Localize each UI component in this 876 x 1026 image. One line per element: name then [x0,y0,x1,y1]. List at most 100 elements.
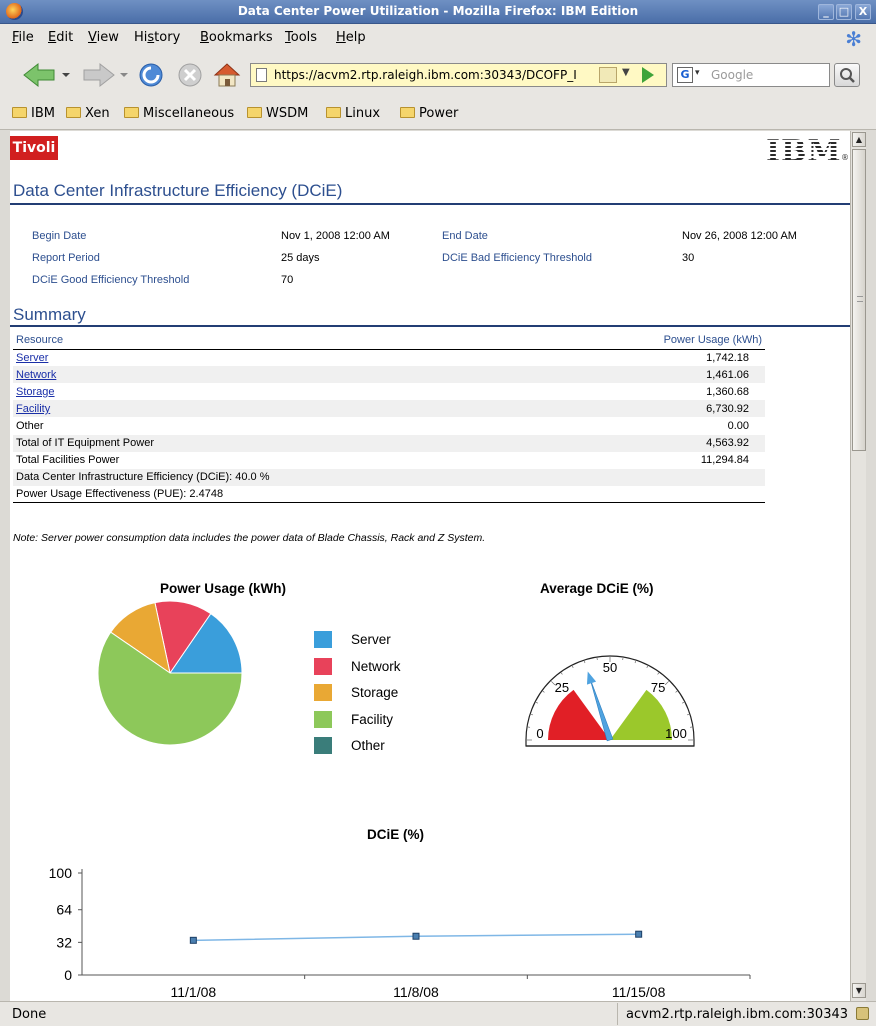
search-placeholder[interactable]: Google [711,68,753,82]
navigation-toolbar: https://acvm2.rtp.raleigh.ibm.com:30343/… [0,51,876,97]
window-titlebar: Data Center Power Utilization - Mozilla … [0,0,876,24]
average-dcie-gauge: 0 25 50 75 100 [525,655,695,747]
forward-button[interactable] [80,60,130,90]
window-title: Data Center Power Utilization - Mozilla … [237,4,639,18]
folder-icon [400,107,415,118]
menu-file[interactable]: File [12,30,34,45]
bookmark-linux[interactable]: Linux [326,106,380,121]
resource-cell: Total of IT Equipment Power [13,434,550,452]
page-title: Data Center Infrastructure Efficiency (D… [13,181,343,200]
menu-edit[interactable]: Edit [48,30,73,45]
search-box[interactable]: G ▾ Google [672,63,830,87]
gauge-tick-label: 50 [603,660,617,675]
url-bar[interactable]: https://acvm2.rtp.raleigh.ibm.com:30343/… [250,63,667,87]
resource-cell: Total Facilities Power [16,454,120,467]
y-tick-label: 0 [64,967,72,983]
bookmark-xen[interactable]: Xen [66,106,110,121]
column-header-resource: Resource [13,332,550,350]
menu-tools[interactable]: Tools [285,30,317,45]
table-row: Server 1,742.18 [13,349,765,366]
power-usage-pie-chart [97,600,243,746]
reload-button[interactable] [137,60,167,90]
search-engine-icon[interactable]: G [677,67,693,83]
menu-bookmarks[interactable]: Bookmarks [200,30,273,45]
url-history-dropdown-icon[interactable]: ▼ [622,67,630,78]
legend-swatch [314,657,332,675]
page-content: Tivoli IBM ® Data Center Infrastructure … [10,131,850,1001]
bookmark-power[interactable]: Power [400,106,458,121]
resource-link-network[interactable]: Network [16,369,56,381]
resource-link-facility[interactable]: Facility [16,403,50,415]
resource-cell: Storage [13,383,549,400]
search-engine-dropdown-icon[interactable]: ▾ [695,68,700,78]
stop-button[interactable] [176,60,206,90]
bookmark-wsdm[interactable]: WSDM [247,106,308,121]
power-usage-cell: 1,742.18 [706,351,749,364]
folder-icon [12,107,27,118]
y-tick-label: 64 [56,902,72,918]
tivoli-logo: Tivoli [10,136,58,160]
resource-cell: Server [13,349,549,366]
scroll-thumb[interactable] [852,149,866,451]
activity-throbber-icon: ✻ [845,27,862,51]
page-icon [256,68,267,82]
legend-swatch [314,737,332,754]
summary-heading: Summary [13,305,86,324]
scroll-down-arrow-icon[interactable]: ▼ [852,983,866,998]
resource-cell: Power Usage Effectiveness (PUE): 2.4748 [13,485,550,504]
bookmark-miscellaneous[interactable]: Miscellaneous [124,106,234,121]
gauge-tick-label: 0 [536,726,543,741]
folder-icon [326,107,341,118]
legend-label: Facility [351,711,394,727]
scroll-up-arrow-icon[interactable]: ▲ [852,132,866,147]
go-icon[interactable] [642,67,654,83]
x-tick-label: 11/8/08 [393,984,439,1000]
menu-help[interactable]: Help [336,30,366,45]
resource-link-server[interactable]: Server [16,352,48,364]
folder-icon [66,107,81,118]
security-lock-icon[interactable] [599,67,617,83]
legend-label: Network [351,658,401,674]
status-host-panel: acvm2.rtp.raleigh.ibm.com:30343 [617,1003,875,1025]
resource-link-storage[interactable]: Storage [16,386,55,398]
home-button[interactable] [212,60,242,90]
close-button[interactable]: X [855,4,871,20]
legend-label: Server [351,632,391,647]
resource-cell: Network [13,366,550,384]
vertical-scrollbar[interactable]: ▲ ▼ [850,131,866,1001]
table-row: Total of IT Equipment Power 4,563.92 [13,434,765,452]
y-tick-label: 32 [56,934,72,950]
gauge-tick-label: 75 [651,680,665,695]
menu-history[interactable]: History [134,30,180,45]
bad-threshold-value: 30 [682,252,695,264]
table-row: Facility 6,730.92 [13,400,765,418]
url-text[interactable]: https://acvm2.rtp.raleigh.ibm.com:30343/… [274,68,614,82]
note-text: Note: Server power consumption data incl… [13,532,486,544]
legend-swatch [314,684,332,701]
legend-swatch [314,631,332,648]
table-row: Storage 1,360.68 [13,383,765,400]
legend-label: Other [351,738,385,753]
bookmark-ibm[interactable]: IBM [12,106,55,121]
gauge-tick-label: 100 [665,726,687,741]
menu-view[interactable]: View [88,30,119,45]
resource-cell: Data Center Infrastructure Efficiency (D… [13,468,550,486]
bad-threshold-label: DCiE Bad Efficiency Threshold [442,252,592,264]
summary-rule [10,325,850,327]
search-button[interactable] [834,63,860,87]
begin-date-label: Begin Date [32,230,87,242]
x-tick-label: 11/1/08 [170,984,216,1000]
x-tick-label: 11/15/08 [612,984,666,1000]
minimize-button[interactable]: _ [818,4,834,20]
maximize-button[interactable]: □ [836,4,852,20]
end-date-label: End Date [442,230,488,242]
table-row: Data Center Infrastructure Efficiency (D… [13,468,765,486]
table-row: Power Usage Effectiveness (PUE): 2.4748 [13,485,765,504]
secure-connection-icon[interactable] [856,1007,869,1020]
folder-icon [124,107,139,118]
dcie-data-point [635,930,643,938]
good-threshold-value: 70 [281,274,294,286]
back-button[interactable] [20,60,70,90]
y-tick-label: 100 [49,865,73,881]
column-header-power-usage: Power Usage (kWh) [549,332,765,350]
